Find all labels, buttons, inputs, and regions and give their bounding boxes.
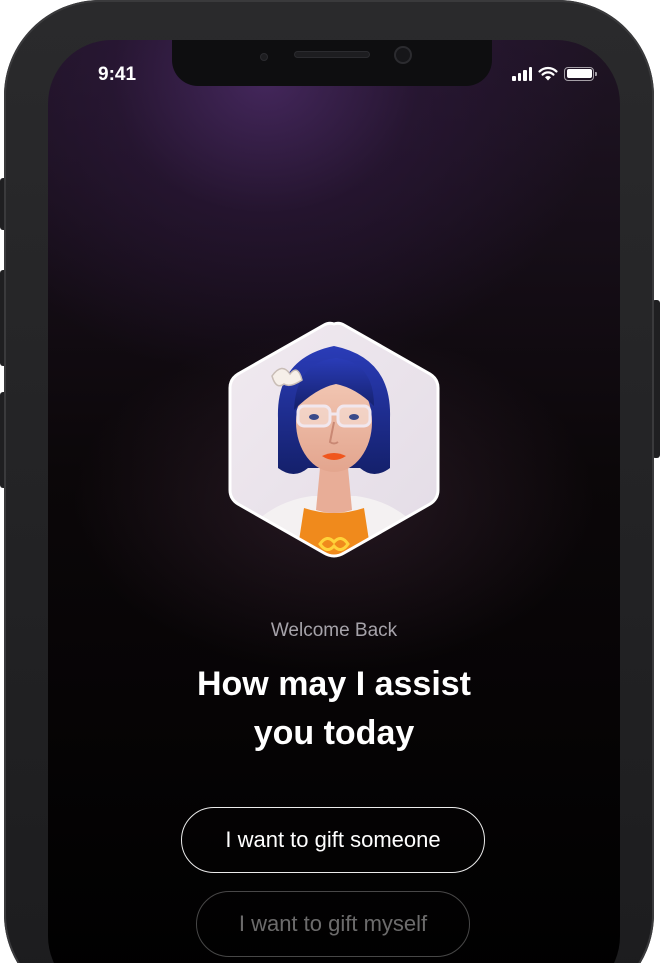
signal-icon — [512, 66, 532, 81]
front-camera — [394, 46, 412, 64]
headline: How may I assist you today — [48, 660, 620, 758]
status-icons — [512, 66, 597, 81]
headline-line-2: you today — [253, 714, 415, 752]
gift-myself-button[interactable]: I want to gift myself — [196, 891, 470, 957]
stage: 9:41 Welcome Back How may I assist you t… — [0, 0, 660, 963]
proximity-sensor — [260, 53, 268, 61]
earpiece-speaker — [294, 51, 370, 58]
welcome-text: Welcome Back — [270, 620, 398, 641]
phone-screen: 9:41 Welcome Back How may I assist you t… — [48, 40, 620, 963]
assistant-avatar — [228, 321, 440, 558]
headline-line-1: How may I assist — [196, 665, 471, 703]
gift-someone-button[interactable]: I want to gift someone — [181, 807, 485, 873]
notch — [172, 40, 492, 86]
status-time: 9:41 — [98, 64, 137, 85]
battery-icon — [564, 66, 597, 81]
wifi-icon — [538, 66, 558, 81]
phone-frame: 9:41 Welcome Back How may I assist you t… — [4, 0, 654, 963]
